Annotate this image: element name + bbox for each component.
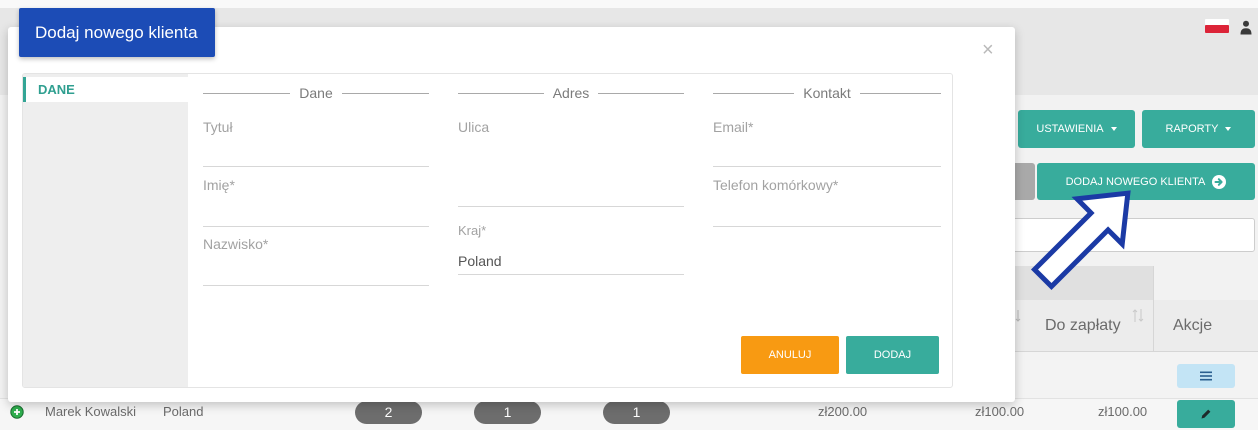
email-field[interactable]: Email* <box>713 117 941 167</box>
client-name: Marek Kowalski <box>45 404 137 419</box>
legend-text: Dane <box>299 85 333 101</box>
cancel-button[interactable]: ANULUJ <box>741 336 839 374</box>
count-badge: 2 <box>355 401 422 424</box>
add-client-button[interactable]: DODAJ NOWEGO KLIENTA <box>1037 163 1255 200</box>
column-header-to-pay[interactable]: Do zapłaty <box>1045 300 1121 352</box>
mobile-phone-input[interactable] <box>713 200 941 224</box>
field-label: Imię* <box>203 177 235 193</box>
section-legend: Kontakt <box>713 84 942 102</box>
country-field[interactable]: Kraj* Poland <box>458 221 684 275</box>
reports-label: RAPORTY <box>1165 123 1219 135</box>
legend-line <box>859 92 942 94</box>
street-textarea[interactable] <box>458 141 684 204</box>
legend-line <box>713 92 795 94</box>
client-country: Poland <box>163 404 204 419</box>
amount-cell: zł200.00 <box>818 404 868 419</box>
details-button[interactable] <box>1177 364 1235 388</box>
amount-to-pay-cell: zł100.00 <box>1098 404 1148 419</box>
section-dane: Dane Tytuł Imię* Nazwisko* <box>203 74 429 387</box>
field-label: Tytuł <box>203 119 233 135</box>
add-button[interactable]: DODAJ <box>846 336 939 374</box>
title-input[interactable] <box>203 140 429 164</box>
email-input[interactable] <box>713 140 941 164</box>
field-label: Nazwisko* <box>203 236 269 252</box>
edit-pencil-icon <box>1200 408 1212 420</box>
add-client-label: DODAJ NOWEGO KLIENTA <box>1065 175 1206 188</box>
section-legend: Adres <box>458 84 685 102</box>
field-label: Kraj* <box>458 223 487 238</box>
section-adres: Adres Ulica Kraj* Poland <box>458 74 685 387</box>
street-field[interactable]: Ulica <box>458 117 684 207</box>
section-legend: Dane <box>203 84 429 102</box>
table-header <box>990 300 1258 352</box>
close-button[interactable]: × <box>982 40 994 60</box>
field-label: Telefon komórkowy* <box>713 177 839 193</box>
field-label: Email* <box>713 119 754 135</box>
add-client-modal: × DANE Dane Tytuł Imię* Nazwisko* Adres … <box>8 27 1015 402</box>
mobile-phone-field[interactable]: Telefon komórkowy* <box>713 175 941 227</box>
title-field[interactable]: Tytuł <box>203 117 429 167</box>
caret-down-icon <box>1110 127 1117 131</box>
settings-label: USTAWIENIA <box>1036 123 1104 135</box>
modal-sidebar <box>23 74 188 387</box>
legend-text: Adres <box>552 85 590 101</box>
country-select[interactable]: Poland <box>458 251 684 271</box>
search-input[interactable] <box>990 218 1255 252</box>
expand-plus-icon[interactable] <box>10 405 24 419</box>
last-name-field[interactable]: Nazwisko* <box>203 234 429 286</box>
tab-dane[interactable]: DANE <box>23 77 188 102</box>
legend-line <box>458 92 544 94</box>
first-name-field[interactable]: Imię* <box>203 175 429 227</box>
count-badge: 1 <box>603 401 670 424</box>
arrow-circle-right-icon <box>1212 174 1227 189</box>
legend-line <box>598 92 685 94</box>
last-name-input[interactable] <box>203 259 429 283</box>
edit-button[interactable] <box>1177 400 1235 428</box>
legend-text: Kontakt <box>803 85 851 101</box>
list-icon <box>1200 371 1212 381</box>
first-name-input[interactable] <box>203 200 429 224</box>
legend-line <box>203 92 291 94</box>
amount-cell: zł100.00 <box>975 404 1025 419</box>
column-divider <box>1153 266 1154 352</box>
field-label: Ulica <box>458 119 490 135</box>
legend-line <box>341 92 429 94</box>
settings-dropdown-button[interactable]: USTAWIENIA <box>1018 110 1135 148</box>
reports-dropdown-button[interactable]: RAPORTY <box>1142 110 1255 148</box>
count-badge: 1 <box>474 401 541 424</box>
page-top-strip <box>0 0 1258 8</box>
form-panel: DANE Dane Tytuł Imię* Nazwisko* Adres Ul… <box>22 73 953 388</box>
poland-flag-icon[interactable] <box>1205 19 1229 33</box>
modal-title: Dodaj nowego klienta <box>19 8 215 57</box>
caret-down-icon <box>1225 127 1232 131</box>
column-header-actions: Akcje <box>1173 317 1213 334</box>
user-icon[interactable] <box>1240 20 1252 35</box>
sort-icon[interactable] <box>1015 309 1021 323</box>
sort-icon[interactable] <box>1132 308 1144 323</box>
